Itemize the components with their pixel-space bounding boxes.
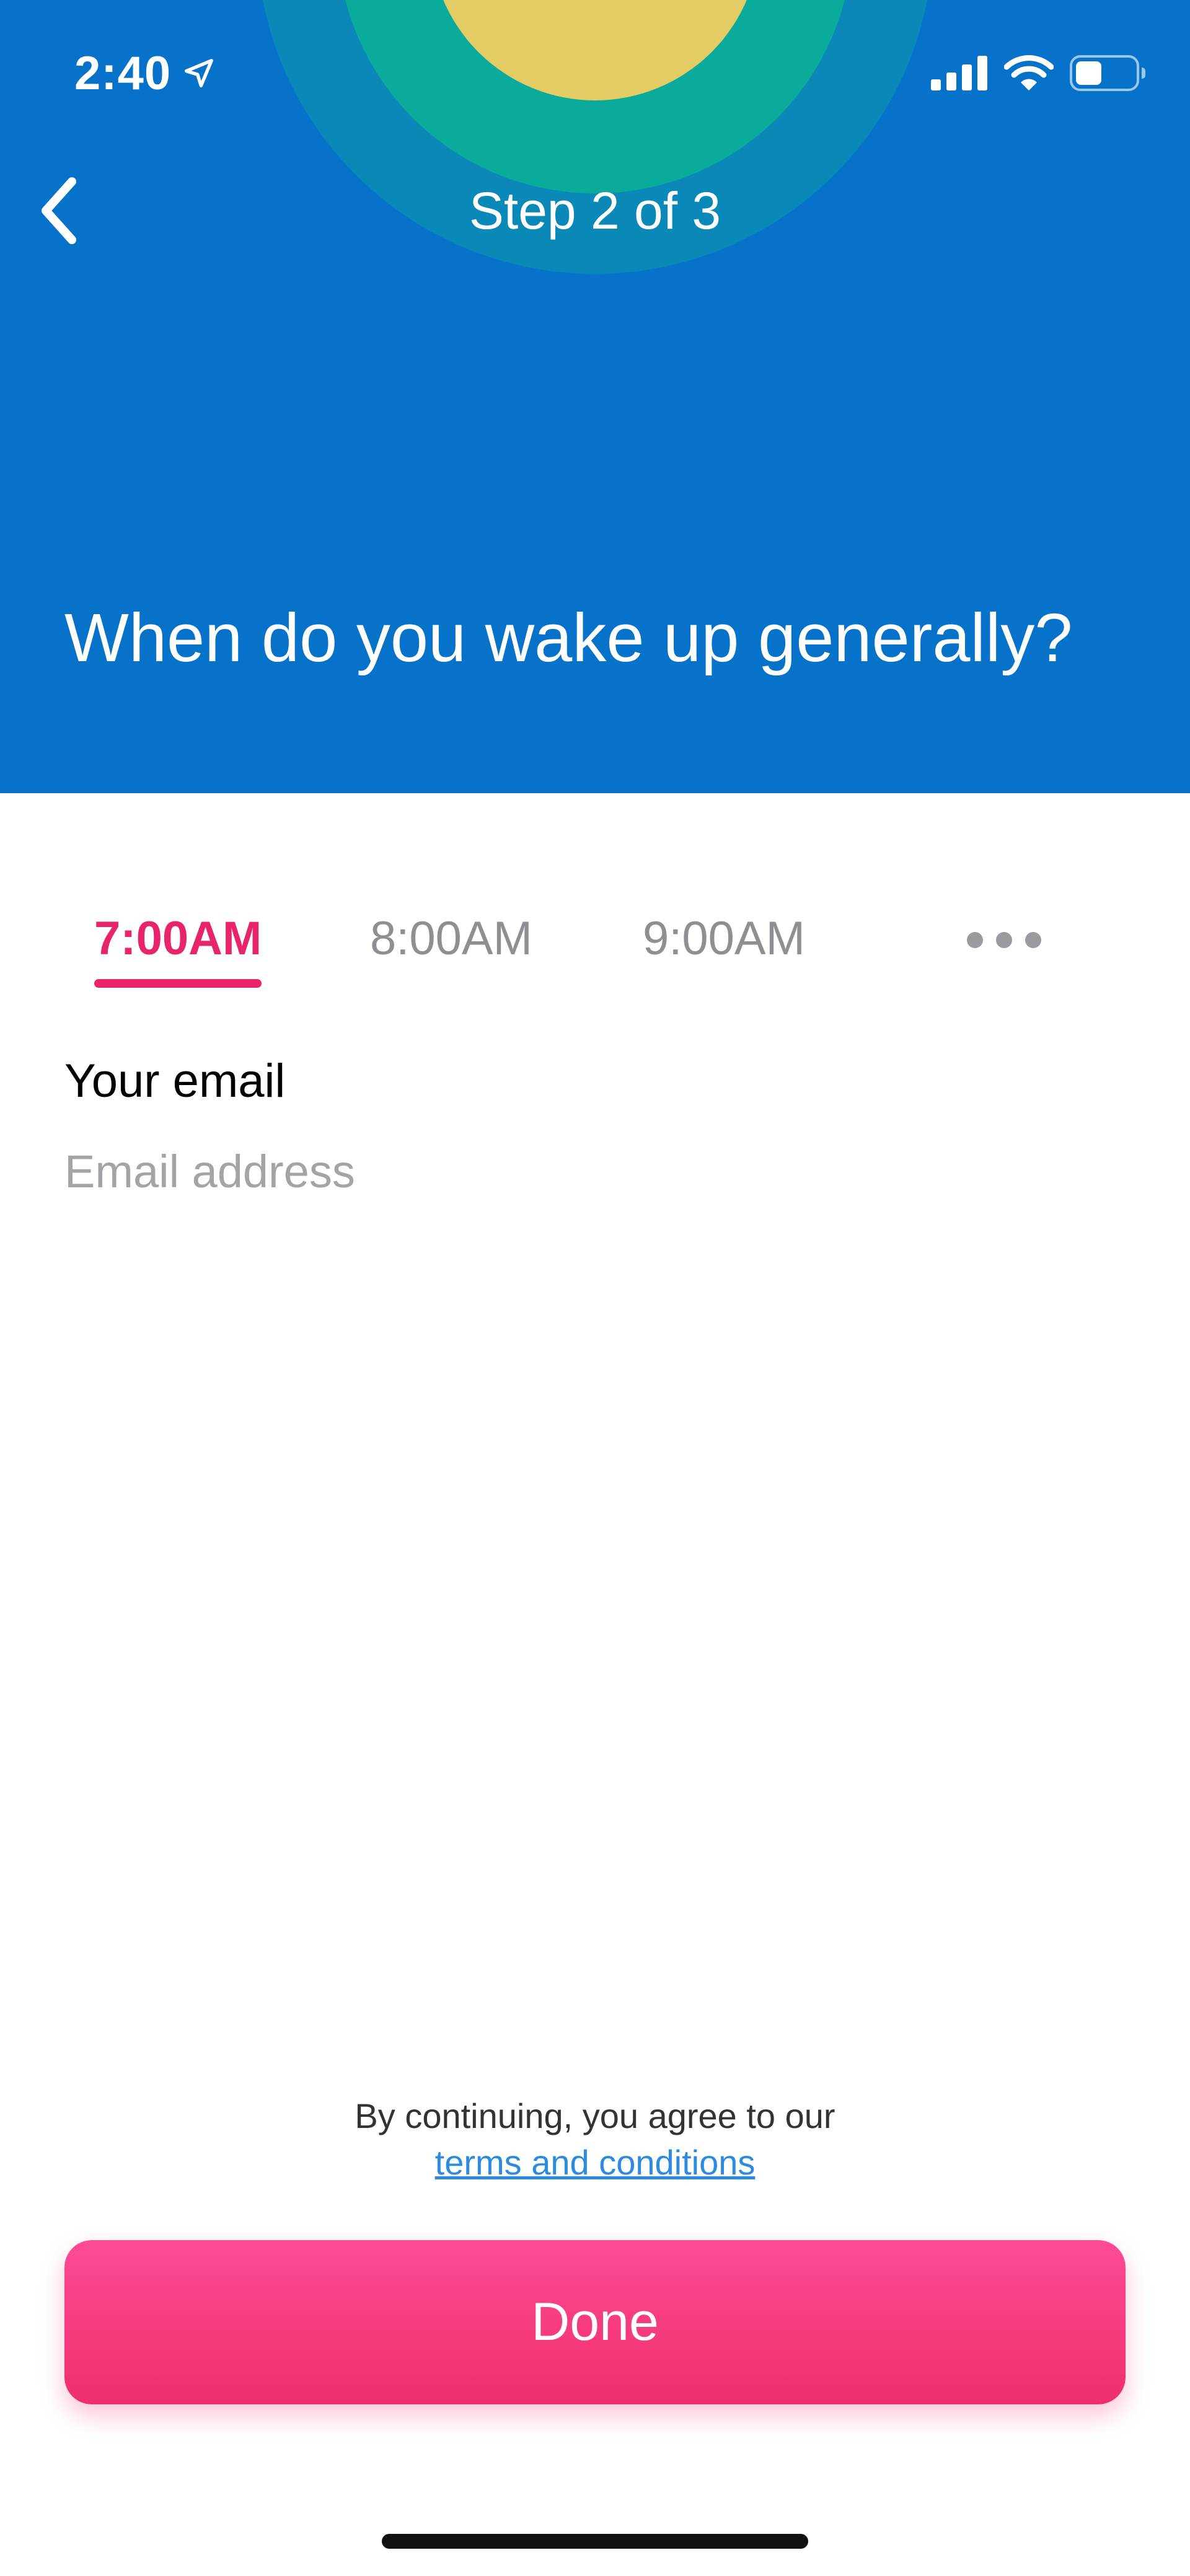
header-banner: 2:40 Step 2 of 3 When do you wake up gen… bbox=[0, 0, 1190, 793]
more-horizontal-icon bbox=[967, 932, 983, 948]
terms-link[interactable]: terms and conditions bbox=[435, 2143, 756, 2182]
step-indicator: Step 2 of 3 bbox=[469, 182, 721, 240]
time-option-7am[interactable]: 7:00AM bbox=[94, 899, 262, 988]
time-option-8am[interactable]: 8:00AM bbox=[370, 899, 532, 979]
onboarding-screen: 2:40 Step 2 of 3 When do you wake up gen… bbox=[0, 0, 1190, 2576]
more-options-button[interactable] bbox=[967, 918, 1041, 962]
location-arrow-icon bbox=[185, 59, 214, 87]
status-bar-time-group: 2:40 bbox=[74, 42, 216, 104]
cellular-signal-icon bbox=[931, 56, 987, 90]
done-button[interactable]: Done bbox=[64, 2240, 1126, 2404]
time-option-label: 8:00AM bbox=[370, 912, 532, 965]
more-horizontal-icon-dot bbox=[1025, 932, 1041, 948]
email-label: Your email bbox=[64, 1055, 286, 1107]
wifi-icon bbox=[1004, 55, 1054, 90]
time-option-label: 9:00AM bbox=[643, 912, 805, 965]
time-option-9am[interactable]: 9:00AM bbox=[643, 899, 805, 979]
email-field[interactable] bbox=[64, 1134, 1126, 1208]
selected-underline bbox=[94, 979, 262, 988]
status-time: 2:40 bbox=[74, 46, 172, 100]
more-horizontal-icon-dot bbox=[996, 932, 1012, 948]
terms-link-row: terms and conditions bbox=[0, 2138, 1190, 2187]
battery-icon bbox=[1070, 55, 1145, 91]
question-heading: When do you wake up generally? bbox=[64, 600, 1073, 676]
status-bar-indicators bbox=[931, 48, 1147, 98]
time-option-label: 7:00AM bbox=[94, 912, 262, 965]
wake-time-options: 7:00AM 8:00AM 9:00AM bbox=[0, 899, 1190, 991]
home-indicator bbox=[382, 2534, 808, 2549]
agreement-text: By continuing, you agree to our bbox=[355, 2096, 835, 2135]
